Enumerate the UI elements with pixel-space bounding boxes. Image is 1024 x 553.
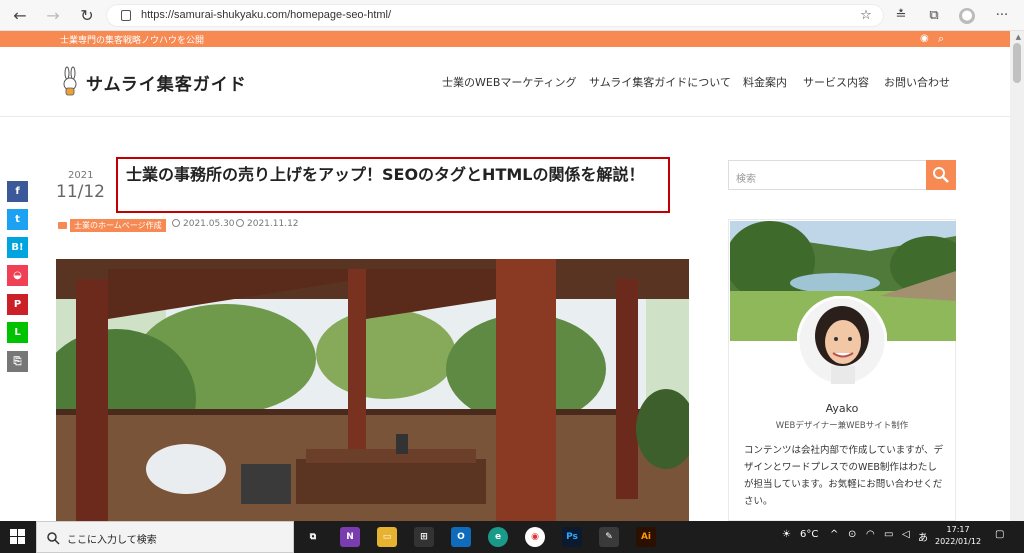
sidebar-search-placeholder: 検索 [736, 174, 756, 185]
article-hero-image [56, 259, 689, 521]
taskbar-clock[interactable]: 17:17 2022/01/12 [935, 524, 981, 548]
pocket-share-icon[interactable]: ◒ [7, 265, 28, 286]
paint-icon[interactable]: ✎ [599, 527, 619, 547]
nav-item-contact[interactable]: お問い合わせ [884, 74, 950, 90]
search-icon [933, 167, 949, 183]
scroll-thumb[interactable] [1013, 43, 1021, 83]
url-text: https://samurai-shukyaku.com/homepage-se… [141, 9, 392, 21]
clock-date: 2022/01/12 [935, 537, 982, 546]
onenote-icon[interactable]: N [340, 527, 360, 547]
search-icon [47, 532, 60, 545]
tray-chevron-icon[interactable]: ^ [830, 529, 838, 540]
category-badge[interactable]: 士業のホームページ作成 [70, 219, 166, 232]
web-page: 士業専門の集客戦略ノウハウを公開 ◉ ⌕ サムライ集客ガイド 士業のWEBマーケ… [0, 31, 1010, 521]
collections-icon[interactable]: ⧉ [926, 8, 942, 24]
edge-icon[interactable]: e [488, 527, 508, 547]
scroll-up-icon[interactable]: ▲ [1016, 33, 1021, 41]
notification-icon[interactable]: ▢ [995, 529, 1004, 540]
favorite-add-icon[interactable]: ☆ [858, 8, 874, 24]
sidebar-search-button[interactable] [926, 160, 956, 190]
profile-name: Ayako [825, 402, 859, 415]
copy-share-icon[interactable]: ⎘ [7, 351, 28, 372]
rss-icon[interactable]: ◉ [920, 33, 929, 44]
illustrator-icon[interactable]: Ai [636, 527, 656, 547]
line-share-icon[interactable]: L [7, 322, 28, 343]
file-explorer-icon[interactable]: ▭ [377, 527, 397, 547]
refresh-icon[interactable]: ↻ [76, 5, 98, 27]
folder-icon [58, 222, 67, 229]
favorites-icon[interactable]: ≛ [893, 8, 909, 24]
back-icon[interactable]: ← [9, 5, 31, 27]
windows-start-icon[interactable] [10, 529, 26, 545]
nav-item-pricing[interactable]: 料金案内 [743, 74, 787, 90]
forward-icon[interactable]: → [42, 5, 64, 27]
outlook-icon[interactable]: O [451, 527, 471, 547]
hatena-share-icon[interactable]: B! [7, 237, 28, 258]
avatar [797, 296, 887, 386]
nav-item-web-marketing[interactable]: 士業のWEBマーケティング [442, 74, 577, 90]
profile-bio: コンテンツは会社内部で作成していますが、デザインとワードプレスでのWEB制作はわ… [744, 445, 944, 507]
ime-mode[interactable]: あ [918, 529, 928, 544]
battery-icon[interactable]: ▭ [884, 529, 893, 540]
wifi-icon[interactable]: ◠ [866, 529, 875, 540]
nav-item-about[interactable]: サムライ集客ガイドについて [589, 74, 731, 90]
task-view-icon[interactable]: ⧉ [303, 527, 323, 547]
clock-time: 17:17 [946, 525, 970, 534]
facebook-share-icon[interactable]: f [7, 181, 28, 202]
site-header: サムライ集客ガイド 士業のWEBマーケティング サムライ集客ガイドについて 料金… [0, 47, 1010, 117]
weather-temp[interactable]: 6°C [800, 529, 818, 540]
taskbar-search-input[interactable]: ここに入力して検索 [36, 521, 294, 553]
tray-app-icon[interactable]: ⊙ [848, 529, 856, 540]
address-bar[interactable]: https://samurai-shukyaku.com/homepage-se… [106, 4, 884, 27]
more-icon[interactable]: ··· [994, 8, 1010, 24]
profile-role: WEBデザイナー兼WEBサイト制作 [775, 421, 909, 431]
lock-icon [121, 10, 131, 21]
post-year: 2021 [68, 170, 94, 181]
clock-icon [172, 219, 180, 227]
store-icon[interactable]: ⊞ [414, 527, 434, 547]
scrollbar[interactable]: ▲ [1010, 31, 1024, 521]
profile-icon[interactable]: ● [959, 8, 975, 24]
sidebar-search-input[interactable]: 検索 [728, 160, 928, 190]
twitter-share-icon[interactable]: t [7, 209, 28, 230]
published-date: 2021.05.30 [172, 219, 235, 229]
pinterest-share-icon[interactable]: P [7, 294, 28, 315]
nav-item-services[interactable]: サービス内容 [803, 74, 869, 90]
search-icon[interactable]: ⌕ [938, 32, 944, 46]
post-date: 11/12 [56, 182, 105, 202]
updated-date: 2021.11.12 [236, 219, 299, 229]
site-tagline: 士業専門の集客戦略ノウハウを公開 [60, 36, 205, 46]
weather-icon[interactable]: ☀ [782, 529, 791, 540]
site-logo-text[interactable]: サムライ集客ガイド [86, 70, 247, 95]
chrome-icon[interactable]: ◉ [525, 527, 545, 547]
update-icon [236, 219, 244, 227]
article-title: 士業の事務所の売り上げをアップ！SEOのタグとHTMLの関係を解説！ [126, 165, 645, 184]
rabbit-logo-icon[interactable] [62, 66, 78, 96]
article-title-highlight: 士業の事務所の売り上げをアップ！SEOのタグとHTMLの関係を解説！ [116, 157, 670, 213]
top-strip: 士業専門の集客戦略ノウハウを公開 ◉ ⌕ [0, 31, 1010, 47]
taskbar-search-text: ここに入力して検索 [67, 535, 157, 546]
volume-icon[interactable]: ◁ [902, 529, 910, 540]
taskbar: ここに入力して検索 ⧉ N ▭ ⊞ O e ◉ Ps ✎ Ai ☀ 6°C ^ … [0, 521, 1024, 553]
photoshop-icon[interactable]: Ps [562, 527, 582, 547]
browser-toolbar: ← → ↻ https://samurai-shukyaku.com/homep… [0, 0, 1024, 31]
